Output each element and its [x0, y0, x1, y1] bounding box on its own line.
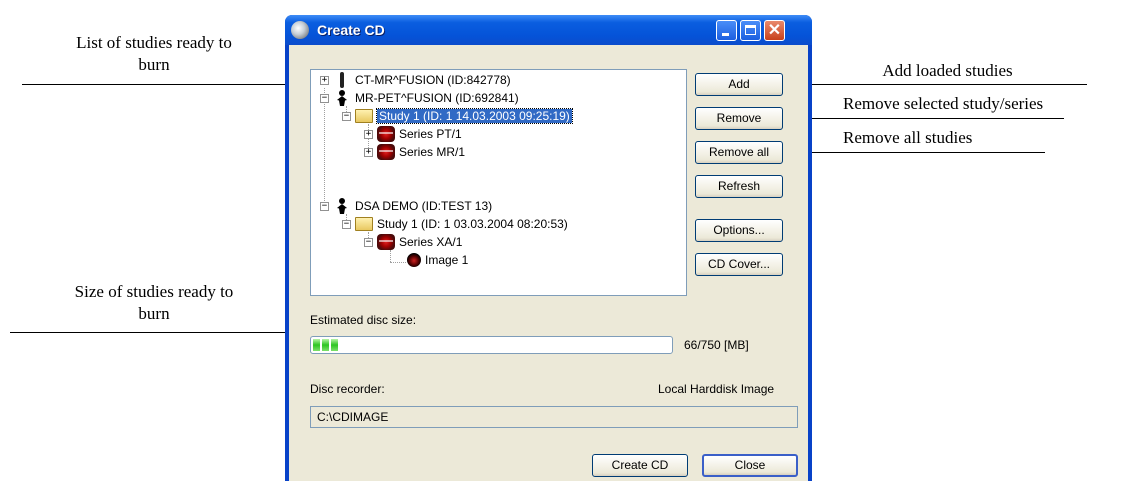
annotation-text: Remove selected study/series	[843, 94, 1044, 113]
progress-fill	[313, 339, 338, 351]
collapse-icon[interactable]: −	[342, 111, 351, 121]
tree-node-image[interactable]: Image 1	[407, 251, 468, 269]
annotation-arrow-remove	[788, 114, 1064, 122]
create-cd-button[interactable]: Create CD	[592, 454, 688, 477]
remove-all-button[interactable]: Remove all	[695, 141, 783, 164]
close-window-button[interactable]: ✕	[764, 20, 785, 41]
annotation-text: Remove all studies	[843, 128, 973, 147]
tree-node-study[interactable]: − Study 1 (ID: 1 14.03.2003 09:25:19)	[342, 107, 573, 125]
tree-node-series[interactable]: + Series PT/1	[364, 125, 462, 143]
expand-icon[interactable]: +	[364, 129, 373, 139]
series-icon	[377, 144, 395, 160]
tree-node-label: Series MR/1	[399, 145, 466, 159]
tree-node-label: DSA DEMO (ID:TEST 13)	[355, 199, 493, 213]
maximize-button[interactable]	[740, 20, 761, 41]
annotation-text: Size of studies ready to	[74, 282, 234, 301]
annotation-list-studies: List of studies ready to burn	[30, 32, 278, 76]
tree-connector	[390, 250, 391, 262]
annotation-arrow-size	[10, 328, 311, 336]
close-icon: ✕	[767, 22, 782, 39]
annotation-text: burn	[138, 304, 170, 323]
collapse-icon[interactable]: −	[320, 93, 329, 103]
tree-node-label: Study 1 (ID: 1 03.03.2004 08:20:53)	[377, 217, 568, 231]
expand-icon[interactable]: +	[320, 75, 329, 85]
remove-button[interactable]: Remove	[695, 107, 783, 130]
cd-cover-button[interactable]: CD Cover...	[695, 253, 783, 276]
annotation-remove-selected: Remove selected study/series	[843, 93, 1139, 115]
study-tree[interactable]: + CT-MR^FUSION (ID:842778) − MR-PET^FUSI…	[310, 69, 687, 296]
tree-connector	[390, 262, 406, 263]
tree-node-label: MR-PET^FUSION (ID:692841)	[355, 91, 519, 105]
progress-chunk	[322, 339, 329, 351]
folder-icon	[355, 217, 373, 231]
create-cd-window: Create CD ✕ + CT-MR^FUSION (ID:842778) −	[285, 15, 812, 481]
minimize-button[interactable]	[716, 20, 737, 41]
annotation-text: burn	[138, 55, 170, 74]
tree-node-series[interactable]: − Series XA/1	[364, 233, 462, 251]
tree-node-study[interactable]: − Study 1 (ID: 1 03.03.2004 08:20:53)	[342, 215, 568, 233]
disc-size-value: 66/750 [MB]	[684, 338, 749, 352]
close-button[interactable]: Close	[702, 454, 798, 477]
tree-node-patient[interactable]: − DSA DEMO (ID:TEST 13)	[320, 197, 492, 215]
patient-icon	[333, 90, 351, 106]
disc-size-progress-bar	[310, 336, 673, 354]
folder-icon	[355, 109, 373, 123]
annotation-arrow-remove-all	[796, 148, 1045, 156]
tree-node-label: Series PT/1	[399, 127, 462, 141]
tree-node-label-selected: Study 1 (ID: 1 14.03.2003 09:25:19)	[376, 108, 573, 124]
annotation-remove-all: Remove all studies	[843, 127, 1053, 149]
progress-chunk	[331, 339, 338, 351]
tree-node-label: CT-MR^FUSION (ID:842778)	[355, 73, 511, 87]
tree-node-label: Series XA/1	[399, 235, 463, 249]
collapse-icon[interactable]: −	[342, 219, 351, 229]
series-icon	[377, 126, 395, 142]
collapse-icon[interactable]: −	[320, 201, 329, 211]
annotation-add-loaded: Add loaded studies	[830, 60, 1065, 82]
dialog-client-area: + CT-MR^FUSION (ID:842778) − MR-PET^FUSI…	[289, 45, 808, 481]
annotation-arrow-add	[796, 80, 1087, 88]
annotation-text: Add loaded studies	[882, 61, 1013, 80]
options-button[interactable]: Options...	[695, 219, 783, 242]
collapse-icon[interactable]: −	[364, 237, 373, 247]
output-path-field[interactable]: C:\CDIMAGE	[310, 406, 798, 428]
annotation-text: List of studies ready to	[76, 33, 232, 52]
add-button[interactable]: Add	[695, 73, 783, 96]
tree-node-label: Image 1	[425, 253, 469, 267]
progress-chunk	[313, 339, 320, 351]
patient-icon	[333, 198, 351, 214]
refresh-button[interactable]: Refresh	[695, 175, 783, 198]
tree-node-patient[interactable]: − MR-PET^FUSION (ID:692841)	[320, 89, 519, 107]
series-icon	[377, 234, 395, 250]
window-title: Create CD	[317, 22, 385, 38]
app-icon	[291, 21, 309, 39]
image-icon	[407, 253, 421, 267]
tree-node-patient[interactable]: + CT-MR^FUSION (ID:842778)	[320, 71, 511, 89]
tree-node-series[interactable]: + Series MR/1	[364, 143, 465, 161]
disc-recorder-label: Disc recorder:	[310, 382, 385, 396]
patient-ct-icon	[333, 72, 351, 88]
annotation-size-studies: Size of studies ready to burn	[30, 281, 278, 325]
disc-recorder-value: Local Harddisk Image	[658, 382, 775, 396]
title-bar[interactable]: Create CD ✕	[285, 15, 812, 45]
estimated-size-label: Estimated disc size:	[310, 313, 417, 327]
annotation-arrow-list	[22, 80, 311, 88]
expand-icon[interactable]: +	[364, 147, 373, 157]
